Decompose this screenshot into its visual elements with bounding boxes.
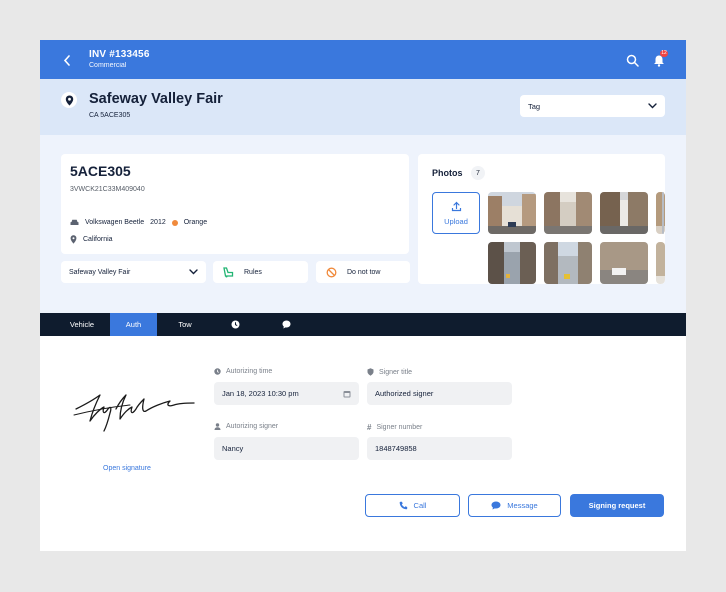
rules-icon	[223, 266, 234, 277]
signing-request-label: Signing request	[588, 501, 646, 510]
chevron-down-icon	[189, 269, 198, 275]
rules-button[interactable]: Rules	[213, 261, 308, 283]
photos-title: Photos	[432, 168, 463, 178]
vehicle-plate: 5ACE305	[70, 163, 131, 179]
invoice-category: Commercial	[89, 62, 127, 69]
authorizing-signer-field[interactable]: Nancy	[214, 437, 359, 460]
lot-dropdown-label: Safeway Valley Fair	[69, 268, 131, 276]
location-title: Safeway Valley Fair	[89, 91, 223, 107]
authorizing-time-label: Autorizing time	[214, 368, 272, 375]
signer-title-field[interactable]: Authorized signer	[367, 382, 512, 405]
photos-count-badge: 7	[471, 166, 485, 180]
call-label: Call	[413, 501, 427, 510]
tab-tow[interactable]: Tow	[160, 313, 210, 336]
photo-thumbnail[interactable]	[600, 242, 648, 284]
calendar-icon[interactable]	[343, 390, 351, 398]
signer-title-label: Signer title	[367, 368, 412, 376]
vehicle-state: California	[83, 236, 113, 243]
photo-thumbnail[interactable]	[656, 242, 665, 284]
tab-auth[interactable]: Auth	[110, 313, 157, 336]
notification-badge: 12	[660, 50, 668, 57]
tab-bar: Vehicle Auth Tow	[40, 313, 686, 336]
back-arrow-icon[interactable]	[60, 52, 74, 68]
message-button[interactable]: Message	[468, 494, 561, 517]
person-icon	[214, 423, 221, 430]
photo-thumbnail[interactable]	[488, 242, 536, 284]
clock-icon	[214, 368, 221, 375]
vehicle-vin: 3VWCK21C33M409040	[70, 186, 145, 193]
tab-history[interactable]	[220, 313, 250, 336]
search-icon[interactable]	[624, 52, 640, 68]
call-button[interactable]: Call	[365, 494, 460, 517]
car-icon	[70, 219, 79, 225]
tag-dropdown-label: Tag	[528, 101, 541, 111]
top-bar: INV #133456 Commercial 12	[40, 40, 686, 79]
photos-card: Photos 7 Upload	[418, 154, 665, 284]
phone-icon	[399, 501, 407, 510]
authorizing-time-field[interactable]: Jan 18, 2023 10:30 pm	[214, 382, 359, 405]
signer-number-value: 1848749858	[375, 444, 417, 453]
authorizing-signer-label: Autorizing signer	[214, 423, 278, 430]
signing-request-button[interactable]: Signing request	[570, 494, 664, 517]
location-pin-small-icon	[70, 235, 77, 244]
vehicle-card: 5ACE305 3VWCK21C33M409040 Volkswagen Bee…	[61, 154, 409, 254]
rules-label: Rules	[244, 268, 262, 276]
chat-icon	[282, 320, 290, 329]
upload-button[interactable]: Upload	[432, 192, 480, 234]
vehicle-section: 5ACE305 3VWCK21C33M409040 Volkswagen Bee…	[40, 135, 686, 313]
location-plate-ref: CA 5ACE305	[89, 112, 131, 119]
signature-image	[70, 385, 196, 435]
open-signature-link[interactable]: Open signature	[103, 465, 151, 472]
vehicle-color-name: Orange	[183, 219, 208, 226]
photo-thumbnail[interactable]	[544, 192, 592, 234]
authorizing-time-value: Jan 18, 2023 10:30 pm	[222, 389, 299, 398]
signer-number-label: # Signer number	[367, 423, 423, 432]
vehicle-year: 2012	[150, 219, 166, 226]
notification-bell-icon[interactable]: 12	[651, 50, 668, 68]
vehicle-state-row: California	[70, 235, 113, 244]
shield-icon	[367, 368, 374, 376]
vehicle-make-model: Volkswagen Beetle	[85, 219, 145, 226]
authorizing-signer-value: Nancy	[222, 444, 244, 453]
do-not-tow-label: Do not tow	[347, 268, 381, 276]
photo-thumbnail[interactable]	[600, 192, 648, 234]
clock-icon	[231, 320, 239, 329]
photo-thumbnail[interactable]	[488, 192, 536, 234]
vehicle-color-swatch	[171, 219, 178, 226]
signer-title-value: Authorized signer	[375, 389, 434, 398]
do-not-tow-button[interactable]: Do not tow	[316, 261, 410, 283]
photos-scrollbar[interactable]	[662, 192, 664, 234]
location-header: Safeway Valley Fair CA 5ACE305 Tag	[40, 79, 686, 135]
lot-dropdown[interactable]: Safeway Valley Fair	[61, 261, 206, 283]
location-pin-icon	[61, 92, 77, 108]
chat-icon	[491, 501, 501, 510]
tab-vehicle[interactable]: Vehicle	[57, 313, 107, 336]
vehicle-details-row: Volkswagen Beetle 2012 Orange	[70, 219, 207, 226]
tag-dropdown[interactable]: Tag	[520, 95, 665, 117]
prohibited-icon	[326, 267, 337, 277]
invoice-number: INV #133456	[89, 49, 150, 60]
tab-chat[interactable]	[271, 313, 301, 336]
signer-number-field[interactable]: 1848749858	[367, 437, 512, 460]
upload-icon	[451, 201, 461, 211]
chevron-down-icon	[648, 103, 657, 109]
message-label: Message	[507, 501, 538, 510]
photo-thumbnail[interactable]	[544, 242, 592, 284]
hash-icon: #	[367, 423, 372, 432]
app-window: INV #133456 Commercial 12 Safeway Valley…	[40, 40, 686, 551]
upload-label: Upload	[444, 216, 468, 226]
